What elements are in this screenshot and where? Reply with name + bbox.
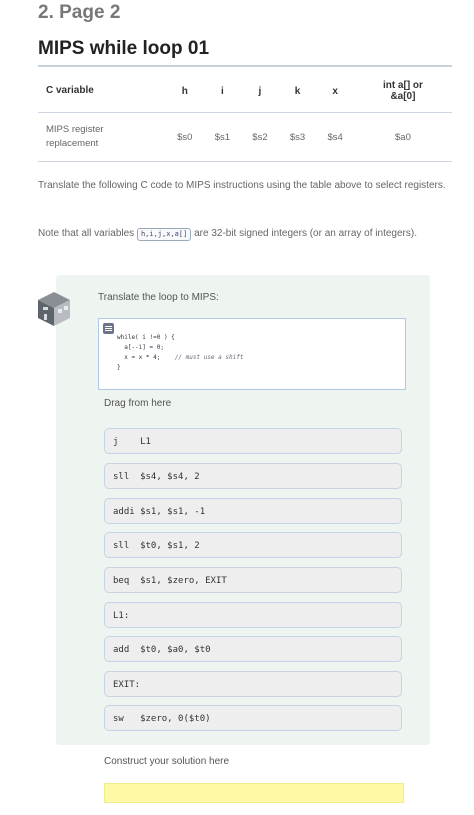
page-title: MIPS while loop 01 (38, 38, 210, 59)
table-row-label-text: replacement (46, 138, 99, 149)
draggable-block[interactable]: j L1 (104, 428, 402, 454)
table-header-text: int a[] or (382, 80, 423, 91)
title-divider (38, 65, 452, 67)
page-header: 2. Page 2 (38, 2, 121, 23)
draggable-block[interactable]: add $t0, $a0, $t0 (104, 636, 402, 662)
draggable-block[interactable]: sll $t0, $s1, 2 (104, 532, 402, 558)
code-line: a[--i] = 0; (117, 344, 164, 351)
table-header-cell: i (203, 70, 242, 113)
table-header-cell: x (316, 70, 354, 113)
table-cell: $s0 (166, 112, 204, 162)
table-row-label: MIPS register replacement (38, 112, 166, 162)
exercise-prompt: Translate the loop to MIPS: (98, 292, 219, 303)
solution-drop-zone[interactable] (104, 783, 404, 803)
table-header-cell: j (241, 70, 279, 113)
drag-area-label: Drag from here (104, 398, 172, 409)
draggable-block[interactable]: sw $zero, 0($t0) (104, 705, 402, 731)
draggable-block[interactable]: addi $s1, $s1, -1 (104, 498, 402, 524)
draggable-block[interactable]: sll $s4, $s4, 2 (104, 463, 402, 489)
table-cell: $s4 (316, 112, 354, 162)
variable-table: C variable h i j k x int a[] or &a[0] MIP… (38, 70, 452, 162)
table-cell: $a0 (353, 112, 452, 162)
code-line: } (117, 364, 121, 371)
inline-code: h,i,j,x,a[] (136, 228, 192, 241)
instruction-paragraph: Translate the following C code to MIPS i… (38, 180, 446, 191)
note-paragraph: Note that all variables h,i,j,x,a[] are … (38, 226, 452, 242)
draggable-block[interactable]: EXIT: (104, 671, 402, 697)
table-header-row: C variable h i j k x int a[] or &a[0] (38, 70, 452, 113)
table-header-cell: int a[] or &a[0] (353, 70, 452, 113)
note-text: are 32-bit signed integers (or an array … (191, 228, 417, 239)
note-text: Note that all variables (38, 228, 137, 239)
code-line: x = x * 4; (117, 354, 161, 361)
solution-area-label: Construct your solution here (104, 756, 230, 767)
code-block-icon (103, 323, 114, 334)
table-row: MIPS register replacement $s0 $s1 $s2 $s3… (38, 112, 452, 162)
table-header-cell: C variable (38, 70, 166, 113)
table-cell: $s1 (203, 112, 242, 162)
table-cell: $s3 (278, 112, 317, 162)
table-header-cell: h (166, 70, 204, 113)
table-row-label-text: MIPS register (46, 124, 104, 135)
code-lines: while( i !=0 ) { a[--i] = 0; x = x * 4; … (117, 333, 243, 373)
code-block: while( i !=0 ) { a[--i] = 0; x = x * 4; … (98, 318, 406, 390)
code-line: while( i !=0 ) { (117, 334, 175, 341)
robot-icon (38, 292, 70, 326)
table-header-cell: k (278, 70, 317, 113)
table-header-text: &a[0] (390, 91, 416, 102)
code-comment: // must use a shift (174, 354, 244, 361)
draggable-block[interactable]: beq $s1, $zero, EXIT (104, 567, 402, 593)
draggable-block[interactable]: L1: (104, 602, 402, 628)
table-cell: $s2 (241, 112, 279, 162)
